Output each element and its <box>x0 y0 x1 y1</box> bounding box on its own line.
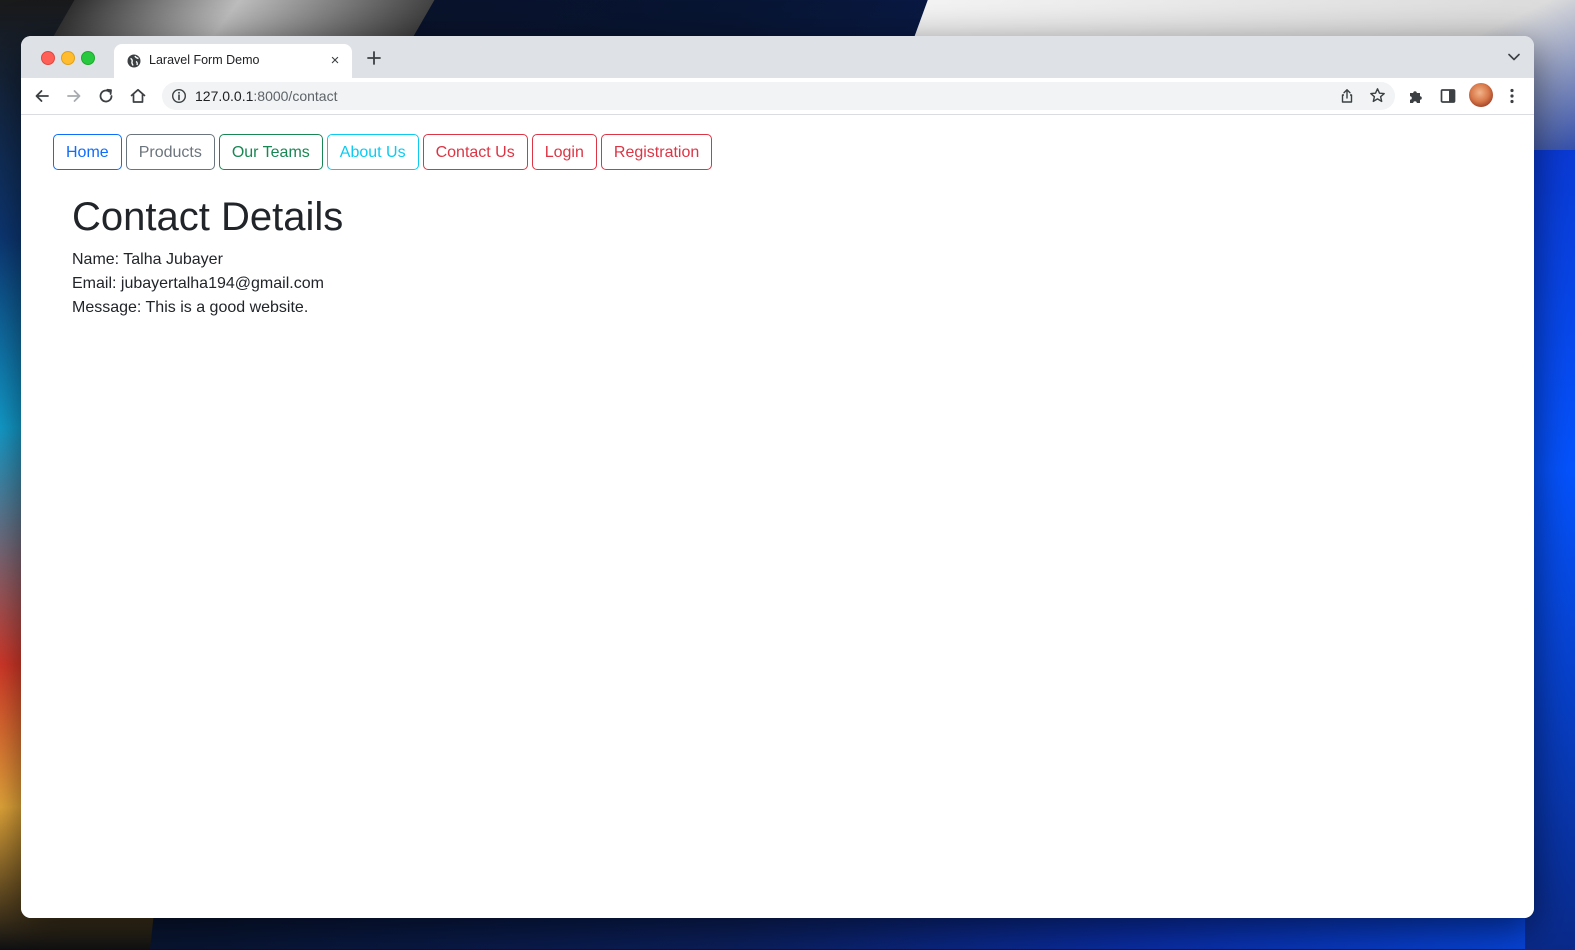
avatar[interactable] <box>1469 83 1493 107</box>
tab-strip: Laravel Form Demo × <box>21 36 1534 78</box>
close-tab-button[interactable]: × <box>326 52 344 70</box>
browser-tab[interactable]: Laravel Form Demo × <box>114 44 352 78</box>
reload-icon[interactable] <box>97 87 115 105</box>
contact-name: Name: Talha Jubayer <box>72 251 223 268</box>
tab-title: Laravel Form Demo <box>149 53 260 67</box>
browser-toolbar: 127.0.0.1:8000/contact <box>21 78 1534 115</box>
url-text: 127.0.0.1:8000/contact <box>195 88 337 104</box>
contact-email: Email: jubayertalha194@gmail.com <box>72 275 324 292</box>
side-panel-icon[interactable] <box>1439 87 1457 105</box>
url-host: 127.0.0.1 <box>195 88 254 104</box>
close-window-button[interactable] <box>41 51 55 65</box>
url-path: :8000/contact <box>253 88 338 104</box>
address-bar[interactable]: 127.0.0.1:8000/contact <box>162 82 1395 110</box>
plus-icon[interactable] <box>366 50 382 66</box>
arrow-left-icon[interactable] <box>33 87 51 105</box>
page-title: Contact Details <box>72 195 344 239</box>
puzzle-icon[interactable] <box>1407 87 1425 105</box>
star-icon[interactable] <box>1369 87 1386 104</box>
page-content: Home Products Our Teams About Us Contact… <box>21 115 1534 918</box>
nav-about-us-button[interactable]: About Us <box>326 134 419 170</box>
kebab-menu-icon[interactable] <box>1503 87 1521 105</box>
nav-home-button[interactable]: Home <box>53 134 122 170</box>
globe-icon <box>127 54 141 68</box>
info-icon[interactable] <box>171 88 187 104</box>
nav-registration-button[interactable]: Registration <box>600 134 713 170</box>
arrow-right-icon[interactable] <box>65 87 83 105</box>
zoom-window-button[interactable] <box>81 51 95 65</box>
share-icon[interactable] <box>1339 88 1355 104</box>
chevron-down-icon[interactable] <box>1508 53 1520 61</box>
minimize-window-button[interactable] <box>61 51 75 65</box>
contact-message: Message: This is a good website. <box>72 299 309 316</box>
nav-contact-us-button[interactable]: Contact Us <box>422 134 528 170</box>
nav-products-button[interactable]: Products <box>125 134 215 170</box>
nav-login-button[interactable]: Login <box>531 134 597 170</box>
home-icon[interactable] <box>129 87 147 105</box>
nav-bar: Home Products Our Teams About Us Contact… <box>53 134 713 170</box>
nav-our-teams-button[interactable]: Our Teams <box>218 134 323 170</box>
browser-window: Laravel Form Demo × 127.0.0.1:8000/conta… <box>21 36 1534 918</box>
